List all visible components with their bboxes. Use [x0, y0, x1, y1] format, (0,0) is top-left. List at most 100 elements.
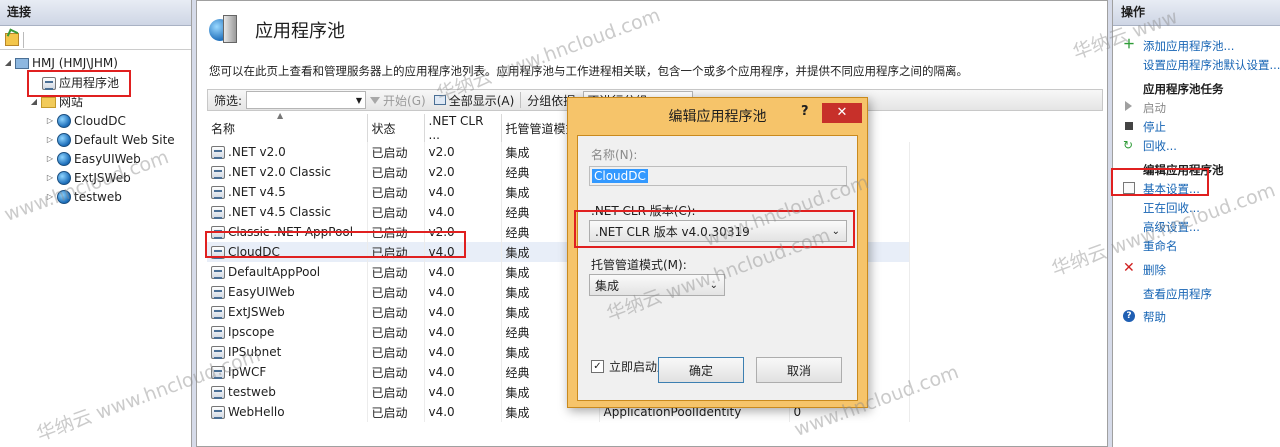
cell-status: 已启动 [367, 262, 425, 282]
filter-input[interactable]: ▼ [246, 91, 367, 109]
cell-name: .NET v4.5 Classic [207, 202, 368, 222]
cell-name: IpWCF [207, 362, 368, 382]
tree-node-site[interactable]: ▷ CloudDC [46, 112, 126, 130]
app-pool-icon [211, 305, 225, 319]
site-label: EasyUIWeb [74, 152, 141, 166]
cell-clr: v4.0 [424, 202, 502, 222]
tree-node-site[interactable]: ▷ testweb [46, 188, 122, 206]
pool-name: EasyUIWeb [228, 285, 295, 299]
pool-name: WebHello [228, 405, 285, 419]
cell-status: 已启动 [367, 322, 425, 342]
name-field[interactable]: CloudDC [589, 166, 847, 186]
cell-clr: v4.0 [424, 302, 502, 322]
cell-name: .NET v2.0 [207, 142, 368, 162]
help-button[interactable]: ? [801, 104, 809, 119]
recycling-link[interactable]: 正在回收... [1143, 200, 1200, 216]
cell-name: testweb [207, 382, 368, 402]
dropdown-arrow-icon[interactable]: ▼ [356, 96, 362, 105]
start-icon [1125, 101, 1132, 111]
page-description: 您可以在此页上查看和管理服务器上的应用程序池列表。应用程序池与工作进程相关联，包… [209, 64, 968, 78]
cell-name: DefaultAppPool [207, 262, 368, 282]
delete-link[interactable]: 删除 [1143, 262, 1166, 278]
cell-status: 已启动 [367, 382, 425, 402]
column-header-status[interactable]: 状态 [367, 114, 425, 142]
name-value: CloudDC [592, 169, 648, 183]
checkbox-checked-icon[interactable]: ✓ [591, 360, 604, 373]
cell-name: ExtJSWeb [207, 302, 368, 322]
show-all-button[interactable]: 全部显示(A) [430, 92, 519, 109]
view-apps-link[interactable]: 查看应用程序 [1143, 286, 1212, 302]
pipeline-mode-label: 托管管道模式(M): [591, 258, 687, 272]
add-app-pool-link[interactable]: 添加应用程序池... [1143, 38, 1234, 54]
expand-arrow-icon[interactable]: ▷ [46, 131, 54, 149]
pool-name: IPSubnet [228, 345, 282, 359]
stop-link[interactable]: 停止 [1143, 119, 1166, 135]
rename-link[interactable]: 重命名 [1143, 238, 1178, 254]
cell-clr: v4.0 [424, 402, 502, 422]
cell-status: 已启动 [367, 162, 425, 182]
set-defaults-link[interactable]: 设置应用程序池默认设置... [1143, 57, 1280, 73]
tree-node-site[interactable]: ▷ Default Web Site [46, 131, 175, 149]
app-pool-icon [211, 165, 225, 179]
start-link[interactable]: 启动 [1143, 100, 1166, 116]
column-header-name[interactable]: ▲ 名称 [207, 111, 368, 142]
app-pool-icon [211, 405, 225, 419]
globe-icon [57, 133, 71, 147]
highlight-clr-version [574, 210, 855, 248]
pool-name: .NET v2.0 [228, 145, 286, 159]
cell-clr: v4.0 [424, 382, 502, 402]
expand-arrow-icon[interactable]: ▷ [46, 188, 54, 206]
cell-status: 已启动 [367, 362, 425, 382]
cell-name: .NET v2.0 Classic [207, 162, 368, 182]
connections-toolbar [0, 26, 191, 50]
globe-icon [57, 190, 71, 204]
cell-clr: v4.0 [424, 262, 502, 282]
collapse-arrow-icon[interactable]: ◢ [4, 54, 12, 72]
filter-label: 筛选: [214, 93, 243, 108]
pool-name: testweb [228, 385, 276, 399]
app-pools-icon [209, 15, 241, 45]
cell-status: 已启动 [367, 182, 425, 202]
show-all-label: 全部显示(A) [448, 93, 515, 108]
ok-button[interactable]: 确定 [658, 357, 744, 383]
actions-pane: 操作 ＋ 添加应用程序池... 设置应用程序池默认设置... 应用程序池任务 启… [1111, 0, 1280, 447]
app-pool-icon [211, 145, 225, 159]
column-header-clr[interactable]: .NET CLR ... [424, 114, 502, 142]
cancel-button[interactable]: 取消 [756, 357, 842, 383]
expand-arrow-icon[interactable]: ▷ [46, 112, 54, 130]
expand-arrow-icon[interactable]: ▷ [46, 169, 54, 187]
page-title: 应用程序池 [255, 21, 345, 42]
toolbar-separator [23, 31, 24, 48]
recycle-link[interactable]: 回收... [1143, 138, 1177, 154]
highlight-basic-settings [1111, 168, 1209, 196]
cell-name: WebHello [207, 402, 368, 422]
cell-status: 已启动 [367, 142, 425, 162]
pool-name: IpWCF [228, 365, 267, 379]
app-pool-icon [211, 385, 225, 399]
cell-status: 已启动 [367, 302, 425, 322]
cell-clr: v2.0 [424, 162, 502, 182]
funnel-icon [370, 96, 381, 104]
help-link[interactable]: 帮助 [1143, 309, 1166, 325]
highlight-clouddc-row [205, 231, 466, 258]
connect-icon[interactable] [5, 33, 19, 46]
name-label: 名称(N): [591, 148, 638, 162]
tasks-heading: 应用程序池任务 [1143, 82, 1224, 96]
app-pool-icon [211, 185, 225, 199]
pool-name: .NET v4.5 [228, 185, 286, 199]
tree-node-site[interactable]: ▷ EasyUIWeb [46, 150, 141, 168]
advanced-settings-link[interactable]: 高级设置... [1143, 219, 1200, 235]
expand-arrow-icon[interactable]: ▷ [46, 150, 54, 168]
app-pool-icon [211, 345, 225, 359]
close-button[interactable]: ✕ [822, 103, 862, 123]
pipeline-mode-select[interactable]: 集成 ⌄ [589, 274, 725, 296]
start-filter-button[interactable]: 开始(G) [366, 92, 430, 109]
cell-status: 已启动 [367, 342, 425, 362]
tree-node-site[interactable]: ▷ ExtJSWeb [46, 169, 131, 187]
pool-name: DefaultAppPool [228, 265, 321, 279]
cell-clr: v4.0 [424, 322, 502, 342]
cell-name: Ipscope [207, 322, 368, 342]
globe-icon [57, 114, 71, 128]
app-pool-icon [211, 205, 225, 219]
cell-clr: v2.0 [424, 142, 502, 162]
